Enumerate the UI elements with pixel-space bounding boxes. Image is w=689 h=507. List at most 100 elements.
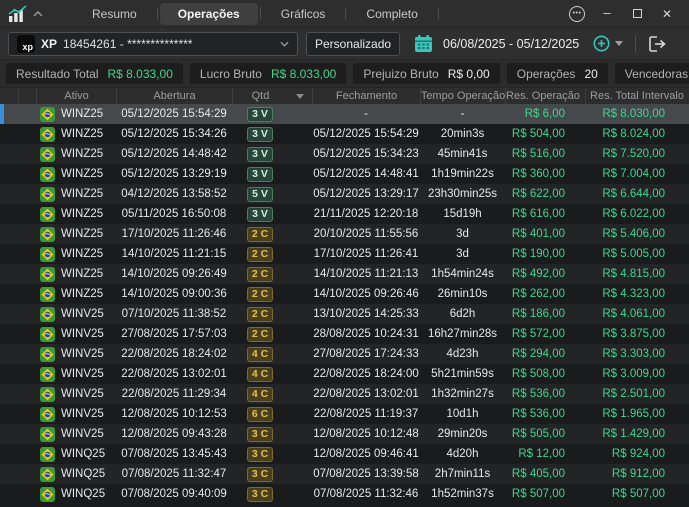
column-header-res-total-intervalo[interactable]: Res. Total Intervalo [585,88,689,104]
cell-abertura: 07/08/2025 09:40:09 [116,484,232,504]
cell-res-total-intervalo: R$ 8.024,00 [585,124,689,144]
maximize-button[interactable] [625,3,649,25]
cell-filter-spacer [288,184,312,204]
cell-tempo-operacao: 3d [420,244,505,264]
brazil-flag-icon [40,167,55,182]
tab-operacoes[interactable]: Operações [160,3,258,25]
table-row[interactable]: WINV25 12/08/2025 09:43:28 3 C 12/08/202… [0,424,689,444]
column-header-abertura[interactable]: Abertura [116,88,232,104]
brazil-flag-icon [40,467,55,482]
chip-value: R$ 8.033,00 [108,67,173,81]
row-gutter [18,124,36,144]
cell-abertura: 04/12/2025 13:58:52 [116,184,232,204]
table-row[interactable]: WINZ25 05/11/2025 16:50:08 3 V 21/11/202… [0,204,689,224]
row-gutter [18,484,36,504]
add-account-button[interactable] [593,35,623,52]
cell-fechamento: 07/08/2025 13:39:58 [312,464,420,484]
column-header-fechamento[interactable]: Fechamento [312,88,420,104]
tab-completo[interactable]: Completo [348,3,435,25]
calendar-icon[interactable] [414,34,433,53]
column-header-qtd[interactable]: Qtd [232,88,288,104]
table-row[interactable]: WINV25 22/08/2025 11:29:34 4 C 22/08/202… [0,384,689,404]
summary-chip-resultado-total: Resultado Total R$ 8.033,00 [6,63,183,84]
more-options-button[interactable]: ••• [565,3,589,25]
cell-res-total-intervalo: R$ 1.429,00 [585,424,689,444]
add-circle-icon [593,35,610,52]
account-number: 18454261 - ************** [63,37,274,51]
cell-filter-spacer [288,304,312,324]
row-gutter [0,324,18,344]
cell-res-operacao: R$ 536,00 [505,404,585,424]
cell-res-total-intervalo: R$ 4.323,00 [585,284,689,304]
column-header-tempo-operacao[interactable]: Tempo Operação [420,88,505,104]
table-row[interactable]: WINZ25 14/10/2025 09:00:36 2 C 14/10/202… [0,284,689,304]
cell-abertura: 05/12/2025 13:29:19 [116,164,232,184]
cell-res-operacao: R$ 294,00 [505,344,585,364]
cell-ativo: WINZ25 [61,168,103,180]
row-gutter [18,264,36,284]
cell-res-total-intervalo: R$ 924,00 [585,444,689,464]
table-row[interactable]: WINV25 27/08/2025 17:57:03 2 C 28/08/202… [0,324,689,344]
account-select[interactable]: xp XP 18454261 - ************** [8,32,298,56]
table-row[interactable]: WINQ25 07/08/2025 13:45:43 3 C 12/08/202… [0,444,689,464]
minimize-button[interactable]: – [595,3,619,25]
table-row[interactable]: WINV25 22/08/2025 13:02:01 4 C 22/08/202… [0,364,689,384]
header-gutter [18,88,36,104]
cell-res-total-intervalo: R$ 4.061,00 [585,304,689,324]
collapse-caret-icon[interactable] [32,9,44,19]
brazil-flag-icon [40,487,55,502]
cell-ativo: WINZ25 [61,128,103,140]
date-range-value[interactable]: 06/08/2025 - 05/12/2025 [443,37,579,51]
cell-res-operacao: R$ 405,00 [505,464,585,484]
column-filter-button[interactable] [288,88,312,104]
cell-filter-spacer [288,424,312,444]
cell-ativo: WINZ25 [61,148,103,160]
table-row[interactable]: WINV25 12/08/2025 10:12:53 6 C 22/08/202… [0,404,689,424]
table-row[interactable]: WINZ25 05/12/2025 14:48:42 3 V 05/12/202… [0,144,689,164]
row-gutter [0,364,18,384]
tab-resumo[interactable]: Resumo [74,3,155,25]
cell-fechamento: 20/10/2025 11:55:56 [312,224,420,244]
tab-graficos[interactable]: Gráficos [263,3,344,25]
row-gutter [18,204,36,224]
export-icon[interactable] [648,35,668,53]
period-value: Personalizado [315,37,391,51]
brazil-flag-icon [40,147,55,162]
table-row[interactable]: WINZ25 05/12/2025 15:34:26 3 V 05/12/202… [0,124,689,144]
period-select[interactable]: Personalizado [306,32,400,56]
cell-filter-spacer [288,404,312,424]
qtd-badge: 2 C [247,327,273,342]
table-row[interactable]: WINZ25 04/12/2025 13:58:52 5 V 05/12/202… [0,184,689,204]
cell-res-total-intervalo: R$ 1.965,00 [585,404,689,424]
table-row[interactable]: WINZ25 05/12/2025 13:29:19 3 V 05/12/202… [0,164,689,184]
cell-filter-spacer [288,464,312,484]
summary-chip-operacoes: Operações 20 [507,63,608,84]
row-gutter [18,104,36,124]
chevron-down-icon [615,41,623,46]
close-button[interactable]: ✕ [655,3,679,25]
cell-tempo-operacao: 16h27min28s [420,324,505,344]
table-row[interactable]: WINQ25 07/08/2025 11:32:47 3 C 07/08/202… [0,464,689,484]
minimize-icon: – [603,5,610,20]
table-row[interactable]: WINZ25 05/12/2025 15:54:29 3 V - - R$ 6,… [0,104,689,124]
table-row[interactable]: WINZ25 14/10/2025 11:21:15 2 C 17/10/202… [0,244,689,264]
cell-res-operacao: R$ 507,00 [505,484,585,504]
table-row[interactable]: WINZ25 14/10/2025 09:26:49 2 C 14/10/202… [0,264,689,284]
column-header-ativo[interactable]: Ativo [36,88,116,104]
cell-abertura: 22/08/2025 18:24:02 [116,344,232,364]
cell-tempo-operacao: 45min41s [420,144,505,164]
cell-res-total-intervalo: R$ 7.004,00 [585,164,689,184]
table-row[interactable]: WINV25 07/10/2025 11:38:52 2 C 13/10/202… [0,304,689,324]
row-gutter [18,164,36,184]
table-row[interactable]: WINV25 22/08/2025 18:24:02 4 C 27/08/202… [0,344,689,364]
table-row[interactable]: WINQ25 07/08/2025 09:40:09 3 C 07/08/202… [0,484,689,504]
titlebar: ResumoOperaçõesGráficosCompleto ••• – ✕ [0,0,689,28]
cell-filter-spacer [288,284,312,304]
column-header-res-operacao[interactable]: Res. Operação [505,88,585,104]
cell-res-total-intervalo: R$ 5.005,00 [585,244,689,264]
cell-res-operacao: R$ 622,00 [505,184,585,204]
cell-ativo: WINQ25 [61,488,105,500]
cell-fechamento: - [312,104,420,124]
table-row[interactable]: WINZ25 17/10/2025 11:26:46 2 C 20/10/202… [0,224,689,244]
qtd-badge: 5 V [247,187,273,202]
